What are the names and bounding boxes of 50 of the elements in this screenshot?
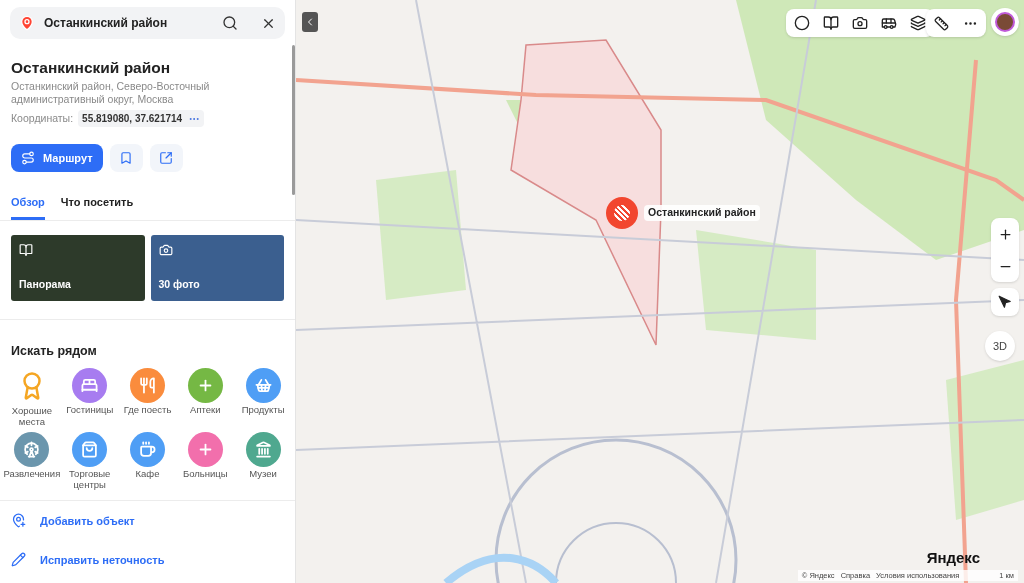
share-icon [159,151,174,165]
camera-icon [158,242,173,257]
category-button[interactable]: Продукты [234,368,292,431]
pin-plus-icon [11,513,26,529]
category-button[interactable]: Где поесть [118,368,177,431]
share-button[interactable] [149,144,183,172]
search-field[interactable]: Останкинский район [10,7,285,39]
action-link[interactable]: Добавить объект [11,501,284,541]
zoom-in-icon[interactable] [997,226,1013,242]
search-icon[interactable] [222,15,238,31]
tab[interactable]: Обзор [11,194,45,220]
tab[interactable]: Что посетить [60,194,134,220]
scrollbar[interactable] [292,45,295,195]
arrow-icon [998,295,1012,309]
category-button[interactable]: Развлечения [3,432,61,495]
circle-icon[interactable] [794,15,810,31]
place-address: Останкинский район, Северо-Восточный административный округ, Москва [11,80,211,105]
place-title: Останкинский район [11,59,172,77]
book-icon [19,242,33,257]
coordinates-chip[interactable]: 55.819080, 37.621714 [78,110,205,127]
collapse-panel-button[interactable] [302,12,318,32]
bus-icon[interactable] [881,15,897,31]
ruler-icon[interactable] [934,15,949,31]
category-button[interactable]: Гостиницы [60,368,119,431]
category-button[interactable]: Музеи [234,432,292,495]
media-label: Панорама [19,276,72,292]
layers-icon[interactable] [910,15,926,31]
coordinates-label: Координаты: [11,110,74,126]
locate-button[interactable] [991,288,1019,316]
book-icon[interactable] [823,15,839,31]
logo: Яндекс [926,548,980,568]
category-button[interactable]: Аптеки [176,368,235,431]
location-pin-icon [19,15,35,31]
pencil-icon [11,552,26,568]
category-button[interactable]: Торговые центры [60,432,119,495]
camera-icon[interactable] [852,15,868,31]
search-value: Останкинский район [44,15,169,32]
media-label: 30 фото [158,276,201,292]
action-link[interactable]: Исправить неточность [11,540,284,580]
nearby-title: Искать рядом [10,342,98,360]
category-button[interactable]: Хорошие места [3,368,61,431]
bookmark-button[interactable] [109,144,143,172]
category-button[interactable]: Кафе [118,432,177,495]
photos-card[interactable]: 30 фото [150,234,284,301]
route-icon [21,151,35,165]
route-button[interactable]: Маршрут [11,144,103,172]
panorama-card[interactable]: Панорама [11,234,145,301]
category-button[interactable]: Больницы [176,432,235,495]
pin-label: Останкинский район [644,205,760,221]
bookmark-icon [119,151,134,165]
